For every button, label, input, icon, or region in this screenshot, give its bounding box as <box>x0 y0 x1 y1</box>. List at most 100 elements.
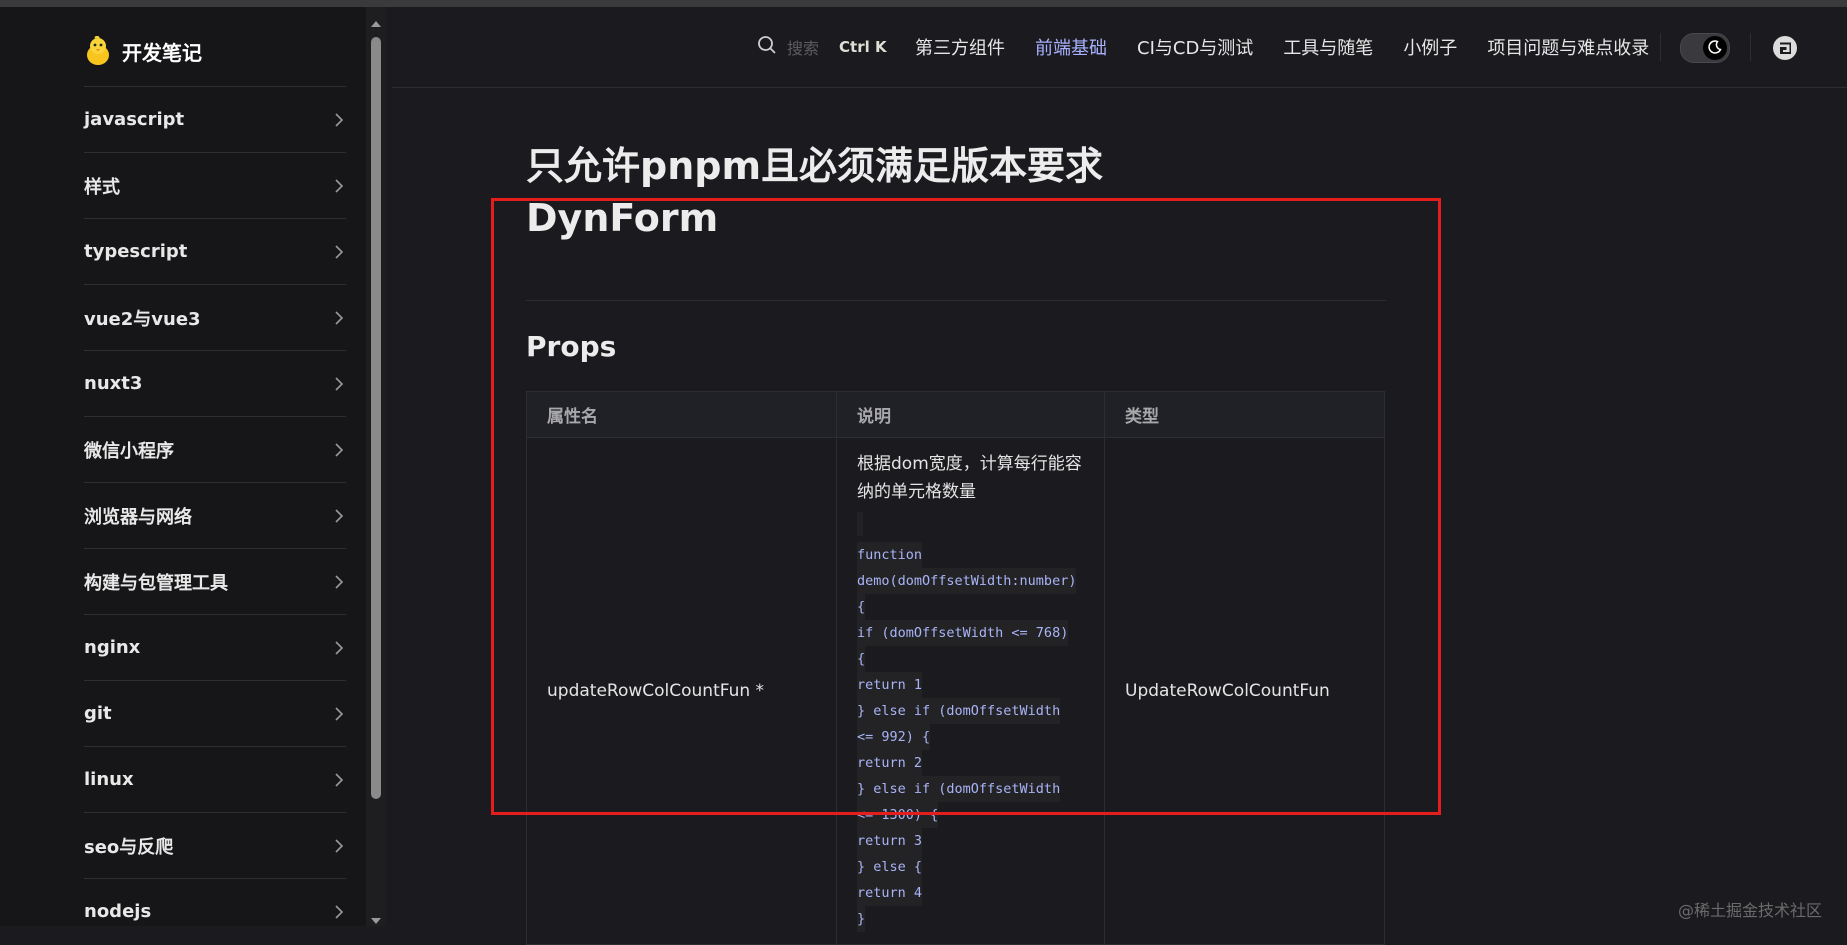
nav-link[interactable]: 第三方组件 <box>915 34 1005 60</box>
prop-type: UpdateRowColCountFun <box>1104 437 1385 945</box>
sidebar-item-label: 构建与包管理工具 <box>84 572 228 594</box>
props-heading: Props <box>526 330 617 363</box>
sidebar-item-label: 样式 <box>84 176 120 198</box>
sidebar-item[interactable]: 微信小程序 <box>84 416 346 482</box>
sidebar-item[interactable]: seo与反爬 <box>84 812 346 878</box>
chevron-right-icon <box>332 112 346 127</box>
table-header-cell: 类型 <box>1104 391 1385 438</box>
gitee-icon[interactable] <box>1772 35 1798 61</box>
table-header-cell: 说明 <box>836 391 1105 438</box>
sidebar-item-label: nginx <box>84 637 141 658</box>
sidebar-item[interactable]: javascript <box>84 86 346 152</box>
sidebar-item[interactable]: vue2与vue3 <box>84 284 346 350</box>
code-line: function <box>857 542 923 568</box>
code-line: { <box>857 594 866 620</box>
sidebar-item[interactable]: typescript <box>84 218 346 284</box>
sidebar-nav-list: javascript 样式 typescript vue2与vue3 nuxt3 微信小程… <box>84 86 346 944</box>
search-shortcut: Ctrl K <box>839 38 887 56</box>
nav-links: 第三方组件 前端基础 CI与CD与测试 工具与随笔 小例子 项目问题与难点收录 <box>915 33 1679 61</box>
chevron-right-icon <box>332 244 346 259</box>
sidebar-item-label: vue2与vue3 <box>84 308 201 330</box>
chevron-right-icon <box>332 310 346 325</box>
sidebar-item[interactable]: linux <box>84 746 346 812</box>
watermark: @稀土掘金技术社区 <box>1678 901 1823 920</box>
sidebar-item-label: 浏览器与网络 <box>84 506 192 528</box>
brand-title: 开发笔记 <box>122 40 202 65</box>
sidebar-item-label: seo与反爬 <box>84 836 174 858</box>
props-table: 属性名 说明 类型 updateRowColCountFun * 根据dom宽度… <box>526 391 1385 945</box>
code-line: { <box>857 646 866 672</box>
table-header-cell: 属性名 <box>526 391 837 438</box>
sidebar-item-label: typescript <box>84 241 188 262</box>
chevron-right-icon <box>332 442 346 457</box>
code-line: } else if (domOffsetWidth <box>857 698 1061 724</box>
nav-link[interactable]: 项目问题与难点收录 <box>1487 34 1649 60</box>
code-line: return 1 <box>857 672 923 698</box>
nav-divider <box>1750 33 1751 61</box>
scroll-up-arrow-icon[interactable] <box>370 15 382 27</box>
top-nav: 搜索 Ctrl K 第三方组件 前端基础 CI与CD与测试 工具与随笔 小例子 项目问题与… <box>392 7 1847 88</box>
sidebar-item-label: 微信小程序 <box>84 440 174 462</box>
search-button[interactable]: 搜索 Ctrl K <box>757 33 887 61</box>
nav-link[interactable]: 工具与随笔 <box>1283 34 1373 60</box>
sidebar-item[interactable]: nodejs <box>84 878 346 944</box>
sidebar-item[interactable]: 浏览器与网络 <box>84 482 346 548</box>
chick-logo-icon <box>84 35 112 66</box>
brand[interactable]: 开发笔记 <box>84 31 202 71</box>
prop-name: updateRowColCountFun * <box>526 437 837 945</box>
nav-link[interactable]: CI与CD与测试 <box>1137 34 1253 60</box>
toggle-knob <box>1703 36 1727 60</box>
code-block: function demo(domOffsetWidth:number){if (… <box>857 512 1084 932</box>
section-heading-dynform: DynForm <box>526 196 719 240</box>
scroll-down-arrow-icon[interactable] <box>370 912 382 924</box>
code-line: return 3 <box>857 828 923 854</box>
sidebar: 开发笔记 javascript 样式 typescript vue2与vue3 nuxt… <box>0 7 366 926</box>
code-line: } <box>857 906 866 932</box>
search-placeholder: 搜索 <box>787 39 820 58</box>
nav-link[interactable]: 前端基础 <box>1035 34 1107 60</box>
code-line: demo(domOffsetWidth:number) <box>857 568 1077 594</box>
sidebar-item-label: git <box>84 703 112 724</box>
nav-divider <box>1660 33 1661 61</box>
table-row: updateRowColCountFun * 根据dom宽度，计算每行能容纳的单… <box>526 437 1385 945</box>
scrollbar-thumb[interactable] <box>371 37 381 799</box>
code-line: <= 992) { <box>857 724 931 750</box>
sidebar-item[interactable]: 构建与包管理工具 <box>84 548 346 614</box>
chevron-right-icon <box>332 706 346 721</box>
chevron-right-icon <box>332 574 346 589</box>
chevron-right-icon <box>332 904 346 919</box>
window-top-strip <box>0 0 1847 7</box>
chevron-right-icon <box>332 772 346 787</box>
chevron-right-icon <box>332 640 346 655</box>
main-content: 只允许pnpm且必须满足版本要求 DynForm Props 属性名 说明 类型… <box>526 140 1386 945</box>
search-icon <box>757 35 777 59</box>
prop-description-cell: 根据dom宽度，计算每行能容纳的单元格数量 function demo(domOf… <box>836 437 1105 945</box>
section-divider <box>526 300 1386 301</box>
code-line: return 4 <box>857 880 923 906</box>
sidebar-scrollbar[interactable] <box>366 7 386 926</box>
code-line: return 2 <box>857 750 923 776</box>
sidebar-item[interactable]: nuxt3 <box>84 350 346 416</box>
nav-link[interactable]: 小例子 <box>1403 34 1457 60</box>
code-block-top <box>857 512 863 536</box>
sidebar-item-label: javascript <box>84 109 185 130</box>
chevron-right-icon <box>332 508 346 523</box>
page-heading: 只允许pnpm且必须满足版本要求 <box>526 144 1104 188</box>
sidebar-item[interactable]: nginx <box>84 614 346 680</box>
sidebar-item[interactable]: 样式 <box>84 152 346 218</box>
code-line: } else { <box>857 854 923 880</box>
table-header-row: 属性名 说明 类型 <box>526 391 1385 438</box>
code-line: } else if (domOffsetWidth <box>857 776 1061 802</box>
theme-toggle[interactable] <box>1680 33 1730 63</box>
sidebar-item[interactable]: git <box>84 680 346 746</box>
sidebar-item-label: linux <box>84 769 134 790</box>
chevron-right-icon <box>332 376 346 391</box>
sidebar-item-label: nuxt3 <box>84 373 143 394</box>
prop-description: 根据dom宽度，计算每行能容纳的单元格数量 <box>857 454 1082 502</box>
sidebar-item-label: nodejs <box>84 901 152 922</box>
moon-icon <box>1708 39 1722 58</box>
code-line: <= 1300) { <box>857 802 939 828</box>
chevron-right-icon <box>332 838 346 853</box>
chevron-right-icon <box>332 178 346 193</box>
code-line: if (domOffsetWidth <= 768) <box>857 620 1069 646</box>
